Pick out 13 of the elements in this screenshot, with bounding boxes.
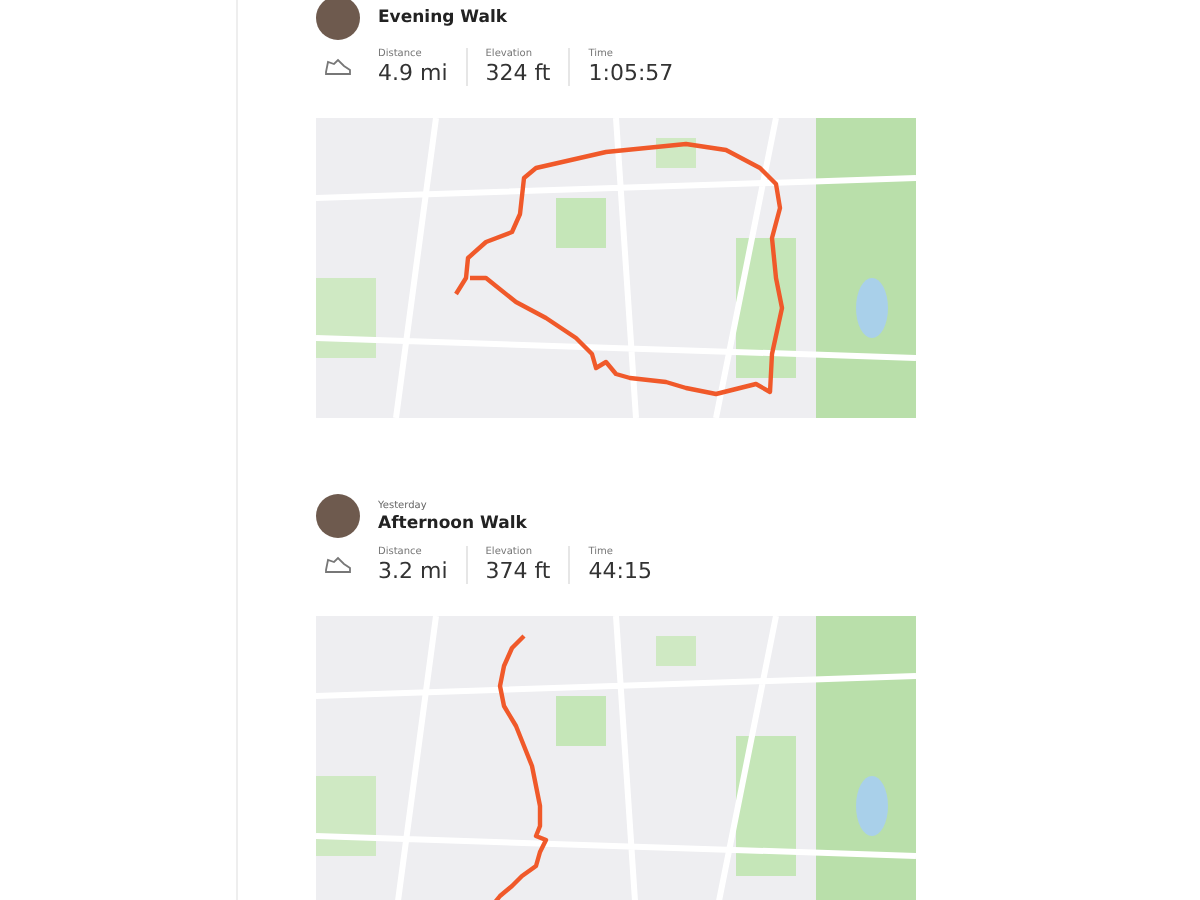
shoe-icon bbox=[324, 556, 352, 574]
stat-value: 3.2 mi bbox=[378, 558, 448, 584]
map-drawing[interactable] bbox=[316, 118, 916, 418]
shoe-icon bbox=[324, 58, 352, 76]
stat-value: 4.9 mi bbox=[378, 60, 448, 86]
activity-title[interactable]: Evening Walk bbox=[378, 8, 508, 28]
avatar bbox=[316, 0, 360, 40]
stat-value: 324 ft bbox=[485, 60, 551, 86]
stat-value: 374 ft bbox=[485, 558, 551, 584]
activity-title[interactable]: Afternoon Walk bbox=[378, 513, 527, 533]
avatar bbox=[316, 494, 360, 538]
stat-value: 1:05:57 bbox=[588, 60, 674, 86]
stat-value: 44:15 bbox=[588, 558, 652, 584]
